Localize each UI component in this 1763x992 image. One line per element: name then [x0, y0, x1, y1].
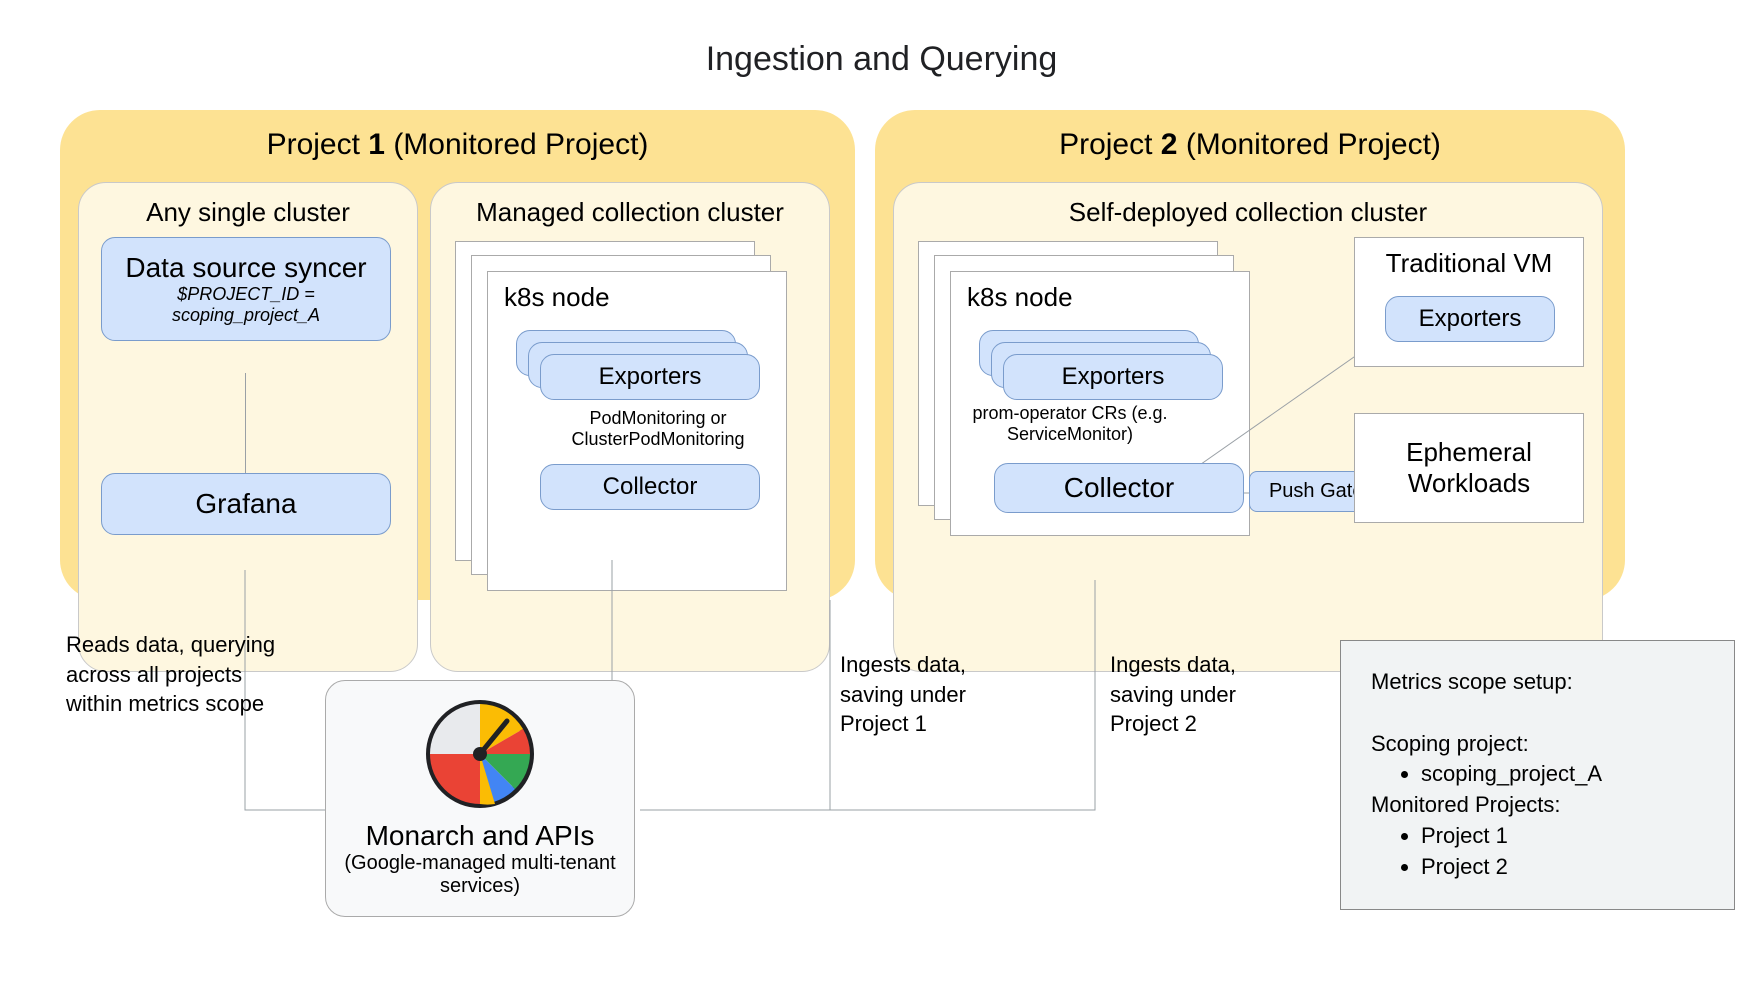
k8s-node-card: k8s node Exporters PodMonitoring or Clus…	[487, 271, 787, 591]
managed-collection-cluster: Managed collection cluster k8s node Expo…	[430, 182, 830, 672]
traditional-vm-label: Traditional VM	[1355, 238, 1583, 289]
legend-mp2: Project 2	[1421, 852, 1704, 883]
self-deployed-cluster: Self-deployed collection cluster k8s nod…	[893, 182, 1603, 672]
note-ingest-2: Ingests data, saving under Project 2	[1110, 650, 1236, 739]
collector-b: Collector	[994, 463, 1244, 513]
project-2: Project 2 (Monitored Project) Self-deplo…	[875, 110, 1625, 600]
legend-title: Metrics scope setup:	[1371, 667, 1704, 698]
legend-monitored-label: Monitored Projects:	[1371, 790, 1704, 821]
exporters-b: Exporters	[1003, 354, 1223, 400]
project-1: Project 1 (Monitored Project) Any single…	[60, 110, 855, 600]
project-2-label: Project 2 (Monitored Project)	[897, 128, 1603, 162]
monarch-title: Monarch and APIs	[344, 820, 616, 852]
k8s-node-label-b: k8s node	[951, 272, 1249, 323]
collector: Collector	[540, 464, 760, 510]
note-reads: Reads data, querying across all projects…	[66, 630, 286, 719]
traditional-vm-card: Traditional VM Exporters	[1354, 237, 1584, 367]
exporters: Exporters	[540, 354, 760, 400]
any-cluster-label: Any single cluster	[95, 197, 401, 228]
prom-operator-note: prom-operator CRs (e.g. ServiceMonitor)	[950, 403, 1190, 445]
legend-box: Metrics scope setup: Scoping project: sc…	[1340, 640, 1735, 910]
legend-scoping-project: scoping_project_A	[1421, 759, 1704, 790]
podmonitoring-note: PodMonitoring or ClusterPodMonitoring	[548, 408, 768, 450]
note-ingest-1: Ingests data, saving under Project 1	[840, 650, 966, 739]
ephemeral-workloads-card: Ephemeral Workloads	[1354, 413, 1584, 523]
project-1-label: Project 1 (Monitored Project)	[82, 128, 833, 162]
data-source-syncer: Data source syncer $PROJECT_ID = scoping…	[101, 237, 391, 341]
diagram-title: Ingestion and Querying	[0, 40, 1763, 79]
connector-line	[245, 373, 246, 473]
monarch-box: Monarch and APIs (Google-managed multi-t…	[325, 680, 635, 917]
self-cluster-label: Self-deployed collection cluster	[910, 197, 1586, 228]
grafana: Grafana	[101, 473, 391, 535]
k8s-node-label: k8s node	[488, 272, 786, 323]
legend-scoping-label: Scoping project:	[1371, 729, 1704, 760]
legend-mp1: Project 1	[1421, 821, 1704, 852]
managed-cluster-label: Managed collection cluster	[447, 197, 813, 228]
monarch-subtitle: (Google-managed multi-tenant services)	[344, 852, 616, 898]
any-single-cluster: Any single cluster Data source syncer $P…	[78, 182, 418, 672]
vm-exporters: Exporters	[1385, 296, 1555, 342]
gauge-icon	[425, 699, 535, 809]
